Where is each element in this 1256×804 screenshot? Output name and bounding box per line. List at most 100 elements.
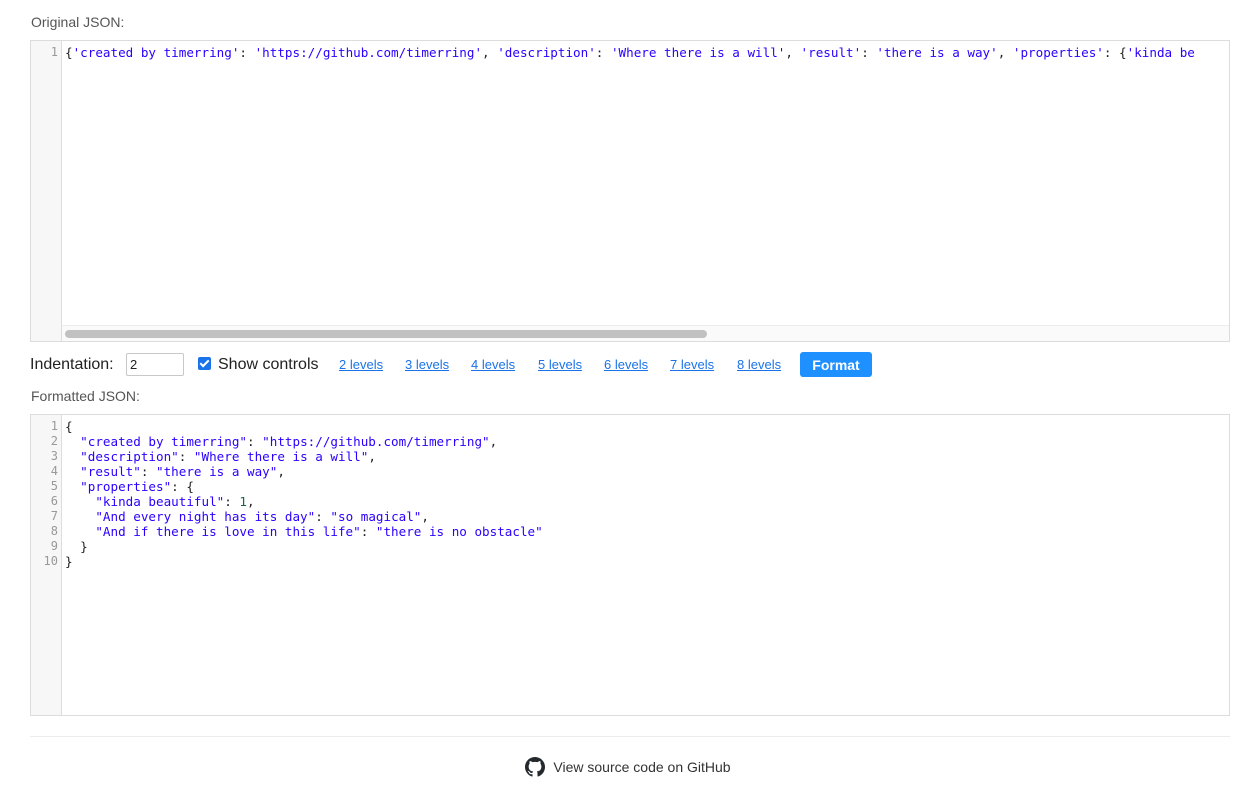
code-token: 'result': [800, 45, 862, 60]
code-token: "result": [80, 464, 141, 479]
github-icon[interactable]: [525, 757, 546, 777]
scrollbar-thumb[interactable]: [65, 330, 707, 338]
code-line: "properties": {: [65, 479, 1229, 494]
level-link-6[interactable]: 6 levels: [604, 357, 648, 372]
formatted-line-number: 5: [50, 479, 58, 493]
code-token: ,: [247, 494, 255, 509]
code-token: "And if there is love in this life": [95, 524, 361, 539]
formatted-line-number: 4: [50, 464, 58, 478]
code-token: 'created by timerring': [72, 45, 240, 60]
code-token: : {: [171, 479, 194, 494]
code-line: "description": "Where there is a will",: [65, 449, 1229, 464]
formatted-json-code[interactable]: { "created by timerring": "https://githu…: [65, 419, 1229, 569]
code-token: 'https://github.com/timerring': [254, 45, 483, 60]
code-line: "And every night has its day": "so magic…: [65, 509, 1229, 524]
formatted-line-number: 2: [50, 434, 58, 448]
formatted-line-number: 10: [43, 554, 58, 568]
level-link-7[interactable]: 7 levels: [670, 357, 714, 372]
original-json-label: Original JSON:: [31, 14, 125, 30]
code-line: "created by timerring": "https://github.…: [65, 434, 1229, 449]
formatted-line-gutter: 1 2 3 4 5 6 7 8 9 10: [31, 415, 62, 715]
code-token: :: [360, 524, 376, 539]
show-controls-label[interactable]: Show controls: [218, 356, 319, 374]
code-token: :: [1103, 45, 1120, 60]
code-token: 'Where there is a will': [610, 45, 786, 60]
code-token: "there is no obstacle": [375, 524, 543, 539]
code-token: :: [315, 509, 331, 524]
indentation-input[interactable]: [126, 353, 184, 376]
format-controls: Indentation: Show controls 2 levels 3 le…: [30, 352, 1230, 378]
level-link-5[interactable]: 5 levels: [538, 357, 582, 372]
code-token: "Where there is a will": [193, 449, 369, 464]
code-token: 'description': [497, 45, 596, 60]
original-line-gutter: 1: [31, 41, 62, 341]
code-token: ,: [482, 45, 498, 60]
code-token: :: [595, 45, 611, 60]
code-token: :: [140, 464, 157, 479]
code-token: "kinda beautiful": [95, 494, 225, 509]
original-json-code[interactable]: {'created by timerring': 'https://github…: [65, 45, 1229, 60]
code-token: "https://github.com/timerring": [262, 434, 490, 449]
code-token: ,: [997, 45, 1013, 60]
code-line: {: [65, 419, 1229, 434]
formatted-json-editor[interactable]: 1 2 3 4 5 6 7 8 9 10 { "created by timerring": "h…: [30, 414, 1230, 716]
formatted-line-number: 6: [50, 494, 58, 508]
level-link-2[interactable]: 2 levels: [339, 357, 383, 372]
formatted-line-number: 3: [50, 449, 58, 463]
show-controls-checkbox[interactable]: [198, 357, 211, 370]
code-token: 1: [239, 494, 248, 509]
code-line: "kinda beautiful": 1,: [65, 494, 1229, 509]
code-token: :: [224, 494, 240, 509]
code-token: 'there is a way': [876, 45, 998, 60]
code-token: ,: [277, 464, 285, 479]
code-line: {'created by timerring': 'https://github…: [65, 45, 1229, 60]
footer: View source code on GitHub: [0, 757, 1256, 777]
code-token: {: [65, 419, 73, 434]
code-token: :: [861, 45, 877, 60]
formatted-line-number: 9: [50, 539, 58, 553]
code-line: }: [65, 554, 1229, 569]
level-link-8[interactable]: 8 levels: [737, 357, 781, 372]
code-token: 'properties': [1012, 45, 1104, 60]
formatted-line-number: 1: [50, 419, 58, 433]
format-button[interactable]: Format: [800, 352, 872, 377]
original-json-editor[interactable]: 1 {'created by timerring': 'https://gith…: [30, 40, 1230, 342]
footer-divider: [30, 736, 1230, 737]
code-line: "result": "there is a way",: [65, 464, 1229, 479]
code-token: "properties": [80, 479, 172, 494]
code-line: "And if there is love in this life": "th…: [65, 524, 1229, 539]
level-link-4[interactable]: 4 levels: [471, 357, 515, 372]
view-source-link[interactable]: View source code on GitHub: [553, 759, 730, 775]
code-token: "description": [80, 449, 179, 464]
code-token: :: [178, 449, 194, 464]
code-token: :: [246, 434, 263, 449]
indentation-label: Indentation:: [30, 356, 114, 373]
formatted-json-label: Formatted JSON:: [31, 388, 140, 404]
code-token: "And every night has its day": [95, 509, 316, 524]
original-line-number: 1: [50, 45, 58, 59]
code-token: ,: [421, 509, 429, 524]
code-token: }: [65, 539, 88, 554]
code-token: }: [65, 554, 73, 569]
formatted-line-number: 8: [50, 524, 58, 538]
code-line: }: [65, 539, 1229, 554]
code-token: ,: [489, 434, 498, 449]
code-token: 'kinda be: [1126, 45, 1195, 60]
code-token: "so magical": [330, 509, 422, 524]
code-token: {: [1119, 45, 1127, 60]
formatted-line-number: 7: [50, 509, 58, 523]
code-token: {: [65, 45, 73, 60]
code-token: "created by timerring": [80, 434, 247, 449]
code-token: :: [239, 45, 255, 60]
original-horizontal-scrollbar[interactable]: [62, 325, 1229, 341]
level-link-3[interactable]: 3 levels: [405, 357, 449, 372]
code-token: ,: [368, 449, 376, 464]
code-token: ,: [785, 45, 801, 60]
